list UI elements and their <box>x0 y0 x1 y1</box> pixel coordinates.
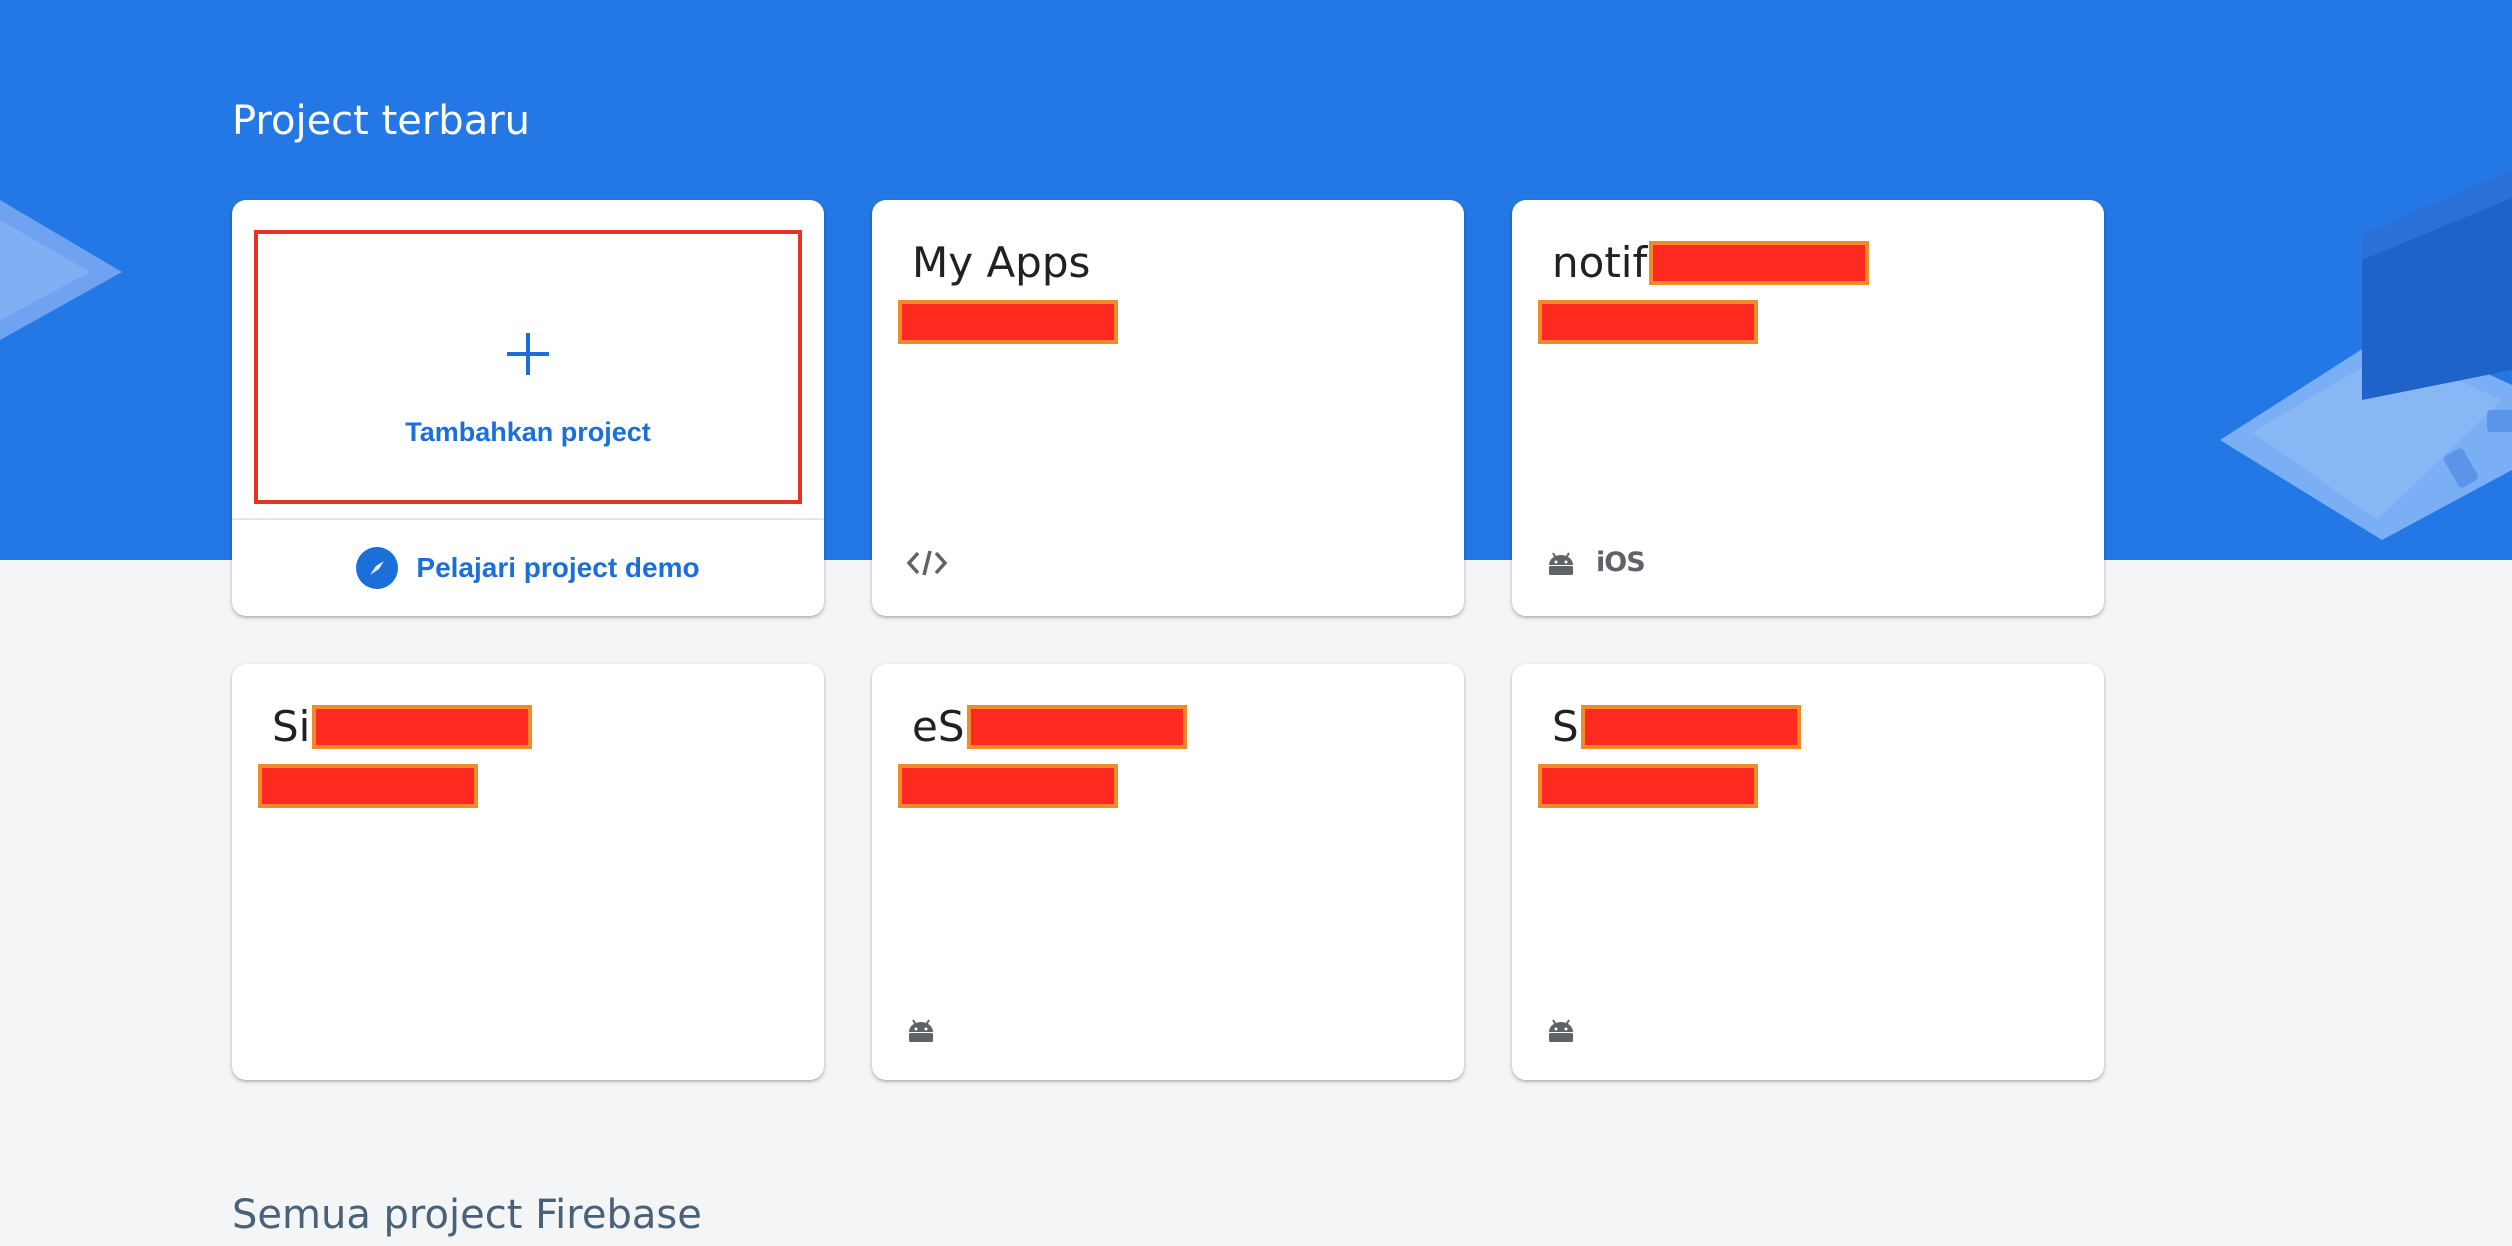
project-name-prefix: notif <box>1552 238 1648 287</box>
add-project-card: Tambahkan project Pelajari project demo <box>232 200 824 616</box>
all-projects-title: Semua project Firebase <box>232 1192 702 1238</box>
add-project-label: Tambahkan project <box>405 416 651 447</box>
project-card[interactable]: notif iOS <box>1512 200 2104 616</box>
ios-icon: iOS <box>1596 547 1646 578</box>
project-name-prefix: Si <box>272 702 311 751</box>
android-icon <box>1549 551 1573 575</box>
decorative-shape-left <box>0 200 122 340</box>
redacted-project-name <box>312 704 533 749</box>
code-icon <box>906 550 948 576</box>
redacted-project-id <box>258 764 478 808</box>
add-project-button[interactable]: Tambahkan project <box>254 230 802 504</box>
android-icon <box>909 1019 933 1042</box>
project-name-prefix: eS <box>912 702 965 751</box>
project-name: Si <box>272 702 533 751</box>
explore-demo-project-link[interactable]: Pelajari project demo <box>232 520 824 616</box>
decorative-laptop-illustration <box>2220 170 2512 540</box>
project-name: notif <box>1552 238 1870 287</box>
recent-projects-title: Project terbaru <box>232 98 531 144</box>
project-name: S <box>1552 702 1801 751</box>
redacted-project-id <box>1538 300 1758 344</box>
project-card[interactable]: eS <box>872 664 1464 1080</box>
plus-icon <box>507 332 549 375</box>
project-card[interactable]: Si <box>232 664 824 1080</box>
project-name-text: My Apps <box>912 238 1091 287</box>
project-card[interactable]: S <box>1512 664 2104 1080</box>
compass-icon <box>356 547 399 589</box>
platform-icons <box>906 1018 936 1042</box>
redacted-project-name <box>966 704 1187 749</box>
redacted-project-name <box>1649 240 1870 285</box>
redacted-project-id <box>898 764 1118 808</box>
platform-icons <box>1546 1018 1576 1042</box>
project-name-prefix: S <box>1552 702 1579 751</box>
android-icon <box>1549 1019 1573 1042</box>
platform-icons <box>906 548 948 578</box>
redacted-project-name <box>1580 704 1801 749</box>
project-card[interactable]: My Apps <box>872 200 1464 616</box>
platform-icons: iOS <box>1546 547 1646 578</box>
redacted-project-id <box>898 300 1118 344</box>
redacted-project-id <box>1538 764 1758 808</box>
explore-demo-label: Pelajari project demo <box>416 552 700 583</box>
project-name: My Apps <box>912 238 1090 287</box>
project-name: eS <box>912 702 1187 751</box>
